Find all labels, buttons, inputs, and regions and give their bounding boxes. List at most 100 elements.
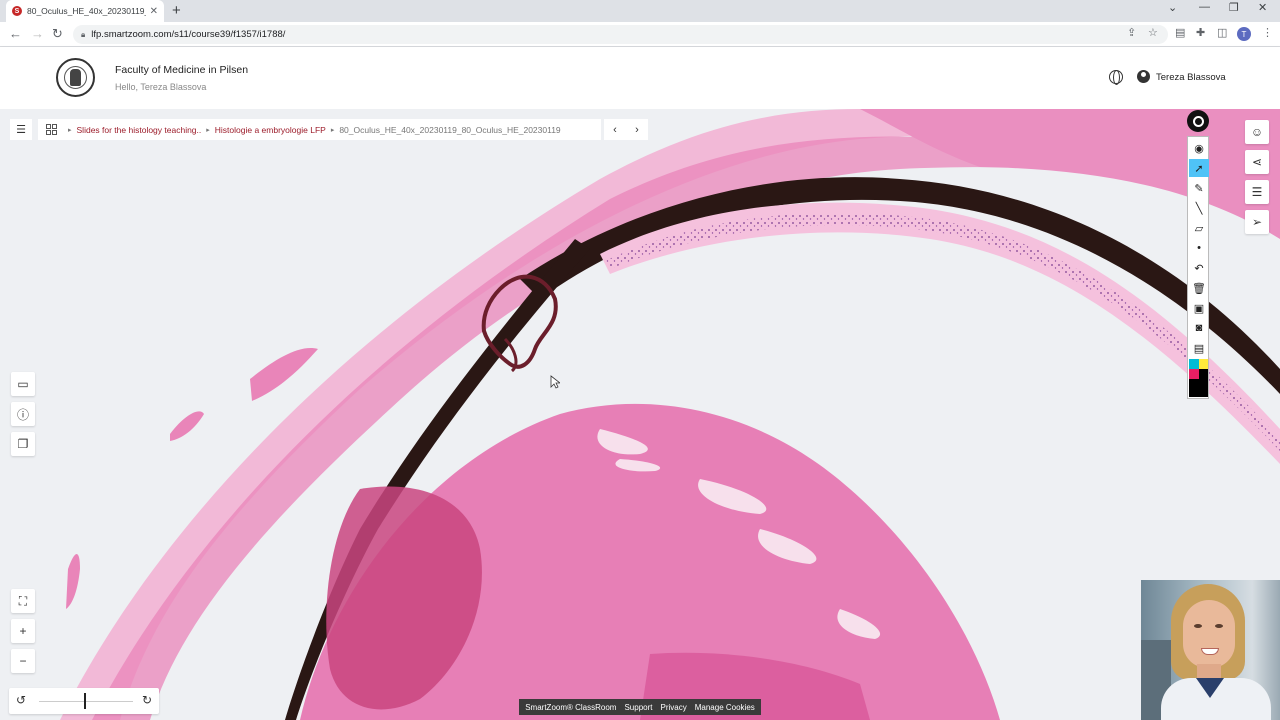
breadcrumb-separator: ▸ xyxy=(206,126,210,134)
list-menu-icon: ☰ xyxy=(16,124,26,136)
extensions-icon[interactable]: ✚ xyxy=(1196,26,1205,39)
pointer-button[interactable]: ➢ xyxy=(1245,210,1269,234)
faculty-name: Faculty of Medicine in Pilsen xyxy=(115,64,249,76)
breadcrumb-item-course[interactable]: Slides for the histology teaching.. xyxy=(77,125,202,135)
minus-icon: − xyxy=(19,654,27,668)
restore-button[interactable]: ❐ xyxy=(1229,1,1239,14)
rotation-slider-track[interactable] xyxy=(39,701,133,702)
slide-viewer[interactable]: ☰ ▸ Slides for the histology teaching.. … xyxy=(0,109,1280,720)
color-swatch-magenta[interactable] xyxy=(1189,369,1199,379)
browser-profile-avatar[interactable]: T xyxy=(1237,27,1251,41)
smartzoom-favicon-icon: S xyxy=(12,6,22,16)
plus-icon: + xyxy=(19,624,27,638)
new-tab-button[interactable]: + xyxy=(172,2,181,19)
ruler-icon[interactable]: ▱ xyxy=(1189,219,1209,237)
slide-navigation: ‹ › xyxy=(604,119,648,140)
undo-icon[interactable]: ↶ xyxy=(1189,259,1209,277)
sliders-icon: ☰ xyxy=(1251,185,1263,199)
clipboard-icon[interactable]: ▤ xyxy=(1189,339,1209,357)
viewer-footer: SmartZoom® ClassRoom Support Privacy Man… xyxy=(519,699,761,715)
info-button[interactable]: ⓘ xyxy=(11,402,35,426)
footer-link-support[interactable]: Support xyxy=(624,703,652,712)
browser-tab[interactable]: S 80_Oculus_HE_40x_20230119_80 ✕ xyxy=(6,0,164,22)
browser-toolbar: ← → ↻ 🔒︎ lfp.smartzoom.com/s11/course39/… xyxy=(0,22,1280,47)
histology-slide-image[interactable] xyxy=(0,109,1280,720)
comment-icon: ▭ xyxy=(17,377,29,391)
panel-menu-button[interactable]: ☰ xyxy=(10,119,32,140)
color-swatch-cyan[interactable] xyxy=(1189,359,1199,369)
browser-menu-icon[interactable]: ⋮ xyxy=(1262,26,1273,39)
breadcrumb-separator: ▸ xyxy=(68,126,72,134)
zoom-out-button[interactable]: − xyxy=(11,649,35,673)
dot-marker-icon[interactable]: • xyxy=(1189,239,1209,257)
previous-slide-button[interactable]: ‹ xyxy=(613,124,617,136)
breadcrumb: ▸ Slides for the histology teaching.. ▸ … xyxy=(38,119,601,140)
next-slide-button[interactable]: › xyxy=(635,124,639,136)
tab-close-icon[interactable]: ✕ xyxy=(150,6,158,17)
fullscreen-button[interactable]: ⛶ xyxy=(11,589,35,613)
greeting-text: Hello, Tereza Blassova xyxy=(115,82,207,92)
breadcrumb-current-slide: 80_Oculus_HE_40x_20230119_80_Oculus_HE_2… xyxy=(339,124,561,135)
current-color-swatch[interactable] xyxy=(1189,379,1208,397)
rotate-right-icon[interactable]: ↻ xyxy=(142,693,152,707)
reload-icon[interactable]: ↻ xyxy=(52,26,63,42)
zoom-in-button[interactable]: + xyxy=(11,619,35,643)
browser-tab-strip: S 80_Oculus_HE_40x_20230119_80 ✕ + ⌄ — ❐… xyxy=(0,0,1280,22)
user-panel-button[interactable]: ☺ xyxy=(1245,120,1269,144)
mouse-cursor-icon xyxy=(550,375,560,389)
tab-title: 80_Oculus_HE_40x_20230119_80 xyxy=(27,6,146,16)
color-swatch-black[interactable] xyxy=(1199,369,1208,379)
side-panel-icon[interactable]: ◫ xyxy=(1217,26,1227,39)
gallery-icon: ❐ xyxy=(17,437,29,451)
share-button[interactable]: ⋖ xyxy=(1245,150,1269,174)
rotation-control: ↺ ↻ xyxy=(9,688,159,714)
lock-icon: 🔒︎ xyxy=(81,29,86,39)
gallery-button[interactable]: ❐ xyxy=(11,432,35,456)
presenter-eye xyxy=(1194,624,1202,628)
app-header: Faculty of Medicine in Pilsen Hello, Ter… xyxy=(0,47,1280,109)
breadcrumb-separator: ▸ xyxy=(330,126,335,134)
share-icon: ⋖ xyxy=(1251,155,1263,169)
annotation-toolbar: ◉ ➚ ✎ ╲ ▱ • ↶ 🗑︎ ▣ ◙ ▤ xyxy=(1187,136,1209,399)
rotate-left-icon[interactable]: ↺ xyxy=(16,693,26,707)
info-icon: ⓘ xyxy=(16,407,29,422)
breadcrumb-item-folder[interactable]: Histologie a embryologie LFP xyxy=(215,125,326,135)
navigation-arrow-icon: ➢ xyxy=(1251,215,1263,229)
url-text: lfp.smartzoom.com/s11/course39/f1357/i17… xyxy=(91,29,286,40)
footer-link-privacy[interactable]: Privacy xyxy=(661,703,687,712)
bookmark-star-icon[interactable]: ☆ xyxy=(1148,26,1158,39)
fullscreen-icon: ⛶ xyxy=(18,593,28,608)
footer-brand: SmartZoom® ClassRoom xyxy=(525,702,617,712)
pencil-icon[interactable]: ✎ xyxy=(1189,179,1209,197)
user-icon: ☺ xyxy=(1250,125,1264,139)
user-account-icon[interactable] xyxy=(1137,70,1150,83)
rotation-slider-thumb[interactable] xyxy=(84,693,86,709)
color-swatch-yellow[interactable] xyxy=(1199,359,1208,369)
presenter-eye xyxy=(1215,624,1223,628)
presenter-face xyxy=(1183,600,1235,668)
comments-button[interactable]: ▭ xyxy=(11,372,35,396)
faculty-logo[interactable] xyxy=(56,58,95,97)
eye-icon[interactable]: ◉ xyxy=(1189,139,1209,157)
reading-list-icon[interactable]: ▤ xyxy=(1175,26,1185,39)
globe-icon[interactable] xyxy=(1109,70,1123,85)
logo-figure xyxy=(70,69,81,86)
location-pin-icon[interactable] xyxy=(1187,110,1209,132)
footer-link-cookies[interactable]: Manage Cookies xyxy=(695,703,755,712)
webcam-overlay xyxy=(1141,580,1280,720)
forward-icon[interactable]: → xyxy=(31,26,44,41)
camera-icon[interactable]: ◙ xyxy=(1189,319,1209,337)
back-icon[interactable]: ← xyxy=(9,26,22,41)
address-bar[interactable]: 🔒︎ lfp.smartzoom.com/s11/course39/f1357/… xyxy=(73,25,1168,44)
minimize-button[interactable]: — xyxy=(1199,1,1210,13)
tab-search-icon[interactable]: ⌄ xyxy=(1168,1,1177,14)
close-window-button[interactable]: ✕ xyxy=(1258,1,1267,14)
trash-icon[interactable]: 🗑︎ xyxy=(1189,279,1209,297)
grid-icon[interactable] xyxy=(46,124,57,135)
user-name[interactable]: Tereza Blassova xyxy=(1156,72,1226,83)
line-tool-icon[interactable]: ╲ xyxy=(1189,199,1209,217)
display-icon[interactable]: ▣ xyxy=(1189,299,1209,317)
select-arrow-icon[interactable]: ➚ xyxy=(1189,159,1209,177)
image-settings-button[interactable]: ☰ xyxy=(1245,180,1269,204)
share-page-icon[interactable]: ⇪ xyxy=(1127,26,1136,39)
